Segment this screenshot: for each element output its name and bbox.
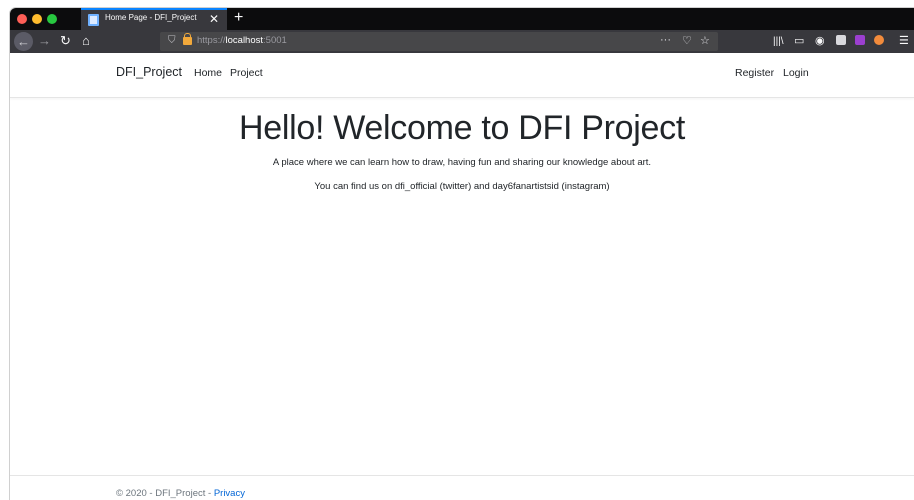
site-navbar: DFI_Project Home Project Register Login (10, 53, 914, 98)
page-actions-menu-icon[interactable]: ··· (660, 34, 671, 46)
intro-text: A place where we can learn how to draw, … (272, 157, 652, 168)
tab-strip: Home Page - DFI_Project ✕ + (10, 8, 914, 30)
minimize-window-button[interactable] (32, 14, 42, 24)
site-footer: © 2020 - DFI_Project - Privacy (10, 475, 914, 500)
lock-warning-icon[interactable] (183, 33, 192, 45)
maximize-window-button[interactable] (47, 14, 57, 24)
tab-title: Home Page - DFI_Project (105, 13, 197, 22)
site-brand-link[interactable]: DFI_Project (116, 65, 182, 79)
browser-window: Home Page - DFI_Project ✕ + ← → ↻ ⌂ ⛉ ht… (10, 8, 914, 500)
bookmark-star-icon[interactable]: ☆ (700, 34, 710, 47)
nav-link-login[interactable]: Login (783, 67, 809, 79)
web-page: DFI_Project Home Project Register Login … (10, 53, 914, 500)
tab-home-page[interactable]: Home Page - DFI_Project ✕ (81, 8, 227, 30)
page-title: Hello! Welcome to DFI Project (238, 109, 686, 147)
shield-icon[interactable]: ⛉ (168, 35, 176, 46)
url-port: :5001 (263, 35, 287, 46)
address-bar[interactable]: ⛉ https://localhost:5001 ··· ♡ ☆ (160, 32, 718, 51)
nav-link-register[interactable]: Register (735, 67, 774, 79)
close-icon[interactable]: ✕ (209, 12, 219, 26)
extension-icon[interactable] (836, 35, 846, 45)
back-arrow-icon[interactable]: ← (14, 32, 33, 51)
privacy-link[interactable]: Privacy (214, 488, 245, 499)
navigation-toolbar: ← → ↻ ⌂ ⛉ https://localhost:5001 ··· ♡ ☆… (10, 30, 914, 53)
copyright-text: © 2020 - DFI_Project - (116, 488, 214, 499)
new-tab-button[interactable]: + (234, 9, 243, 27)
extension-circle-icon[interactable] (874, 35, 884, 45)
page-icon (88, 14, 99, 26)
footer-text: © 2020 - DFI_Project - Privacy (116, 488, 245, 499)
hamburger-menu-icon[interactable]: ☰ (899, 34, 909, 48)
close-window-button[interactable] (17, 14, 27, 24)
nav-link-project[interactable]: Project (230, 67, 263, 79)
social-text: You can find us on dfi_official (twitter… (314, 181, 610, 192)
onenote-extension-icon[interactable] (855, 35, 865, 45)
forward-arrow-icon[interactable]: → (38, 34, 51, 48)
nav-link-home[interactable]: Home (194, 67, 222, 79)
reload-icon[interactable]: ↻ (60, 34, 71, 48)
home-icon[interactable]: ⌂ (82, 34, 90, 48)
url-scheme: https:// (197, 35, 226, 46)
pocket-icon[interactable]: ♡ (682, 34, 692, 47)
account-icon[interactable]: ◉ (815, 34, 825, 48)
sidebar-icon[interactable]: ▭ (794, 34, 804, 48)
library-icon[interactable]: |||\ (773, 35, 784, 49)
url-text[interactable]: https://localhost:5001 (197, 35, 287, 46)
url-host: localhost (225, 35, 264, 46)
